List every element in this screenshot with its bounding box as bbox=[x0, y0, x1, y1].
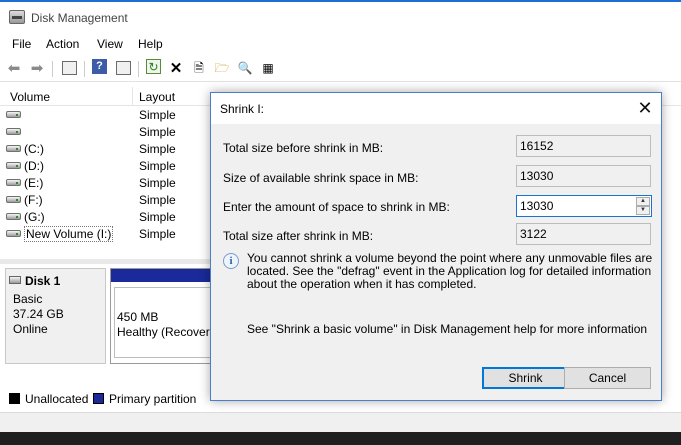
total-after-label: Total size after shrink in MB: bbox=[223, 229, 374, 243]
toolbar-separator bbox=[138, 61, 139, 77]
menu-view[interactable]: View bbox=[97, 37, 123, 51]
column-divider[interactable] bbox=[132, 87, 133, 106]
total-before-label: Total size before shrink in MB: bbox=[223, 141, 384, 155]
console-tree-icon[interactable] bbox=[60, 59, 78, 77]
volume-icon bbox=[6, 196, 21, 203]
unallocated-swatch bbox=[9, 393, 20, 404]
volume-row[interactable]: Simple bbox=[0, 106, 215, 123]
shrink-amount-input[interactable] bbox=[517, 196, 635, 216]
spin-down-icon[interactable]: ▼ bbox=[636, 206, 650, 215]
close-icon[interactable]: ✕ bbox=[629, 93, 661, 124]
taskbar bbox=[0, 432, 681, 445]
shrink-amount-label: Enter the amount of space to shrink in M… bbox=[223, 200, 450, 214]
column-header-volume[interactable]: Volume bbox=[10, 90, 50, 104]
refresh-icon[interactable]: ↻ bbox=[146, 59, 161, 74]
menu-file[interactable]: File bbox=[12, 37, 31, 51]
info-message: You cannot shrink a volume beyond the po… bbox=[247, 251, 653, 291]
partition-status: Healthy (Recovery bbox=[117, 325, 216, 339]
disk-label[interactable]: Disk 1 Basic 37.24 GB Online bbox=[5, 268, 106, 364]
volume-name: (F:) bbox=[24, 193, 43, 207]
disk-name: Disk 1 bbox=[25, 274, 61, 288]
volume-name: (D:) bbox=[24, 159, 44, 173]
rescan-icon[interactable]: ▦ bbox=[259, 59, 277, 77]
volume-layout: Simple bbox=[139, 108, 176, 122]
legend-unallocated: Unallocated bbox=[25, 392, 89, 406]
dialog-title: Shrink I: bbox=[220, 102, 265, 116]
total-before-value: 16152 bbox=[516, 135, 651, 157]
available-space-label: Size of available shrink space in MB: bbox=[223, 171, 419, 185]
spin-buttons: ▲ ▼ bbox=[636, 197, 650, 215]
shrink-button[interactable]: Shrink bbox=[482, 367, 569, 389]
volume-layout: Simple bbox=[139, 193, 176, 207]
volume-layout: Simple bbox=[139, 159, 176, 173]
status-bar bbox=[0, 412, 681, 432]
volume-row[interactable]: (E:) Simple bbox=[0, 174, 215, 191]
cancel-button[interactable]: Cancel bbox=[564, 367, 651, 389]
disk-status: Online bbox=[13, 322, 48, 336]
total-after-value: 3122 bbox=[516, 223, 651, 245]
primary-partition-swatch bbox=[93, 393, 104, 404]
volume-icon bbox=[6, 213, 21, 220]
open-icon[interactable]: 🗁 bbox=[213, 59, 231, 77]
explore-icon[interactable]: 🔍 bbox=[236, 59, 254, 77]
help-message: See "Shrink a basic volume" in Disk Mana… bbox=[247, 322, 648, 336]
legend-primary-partition: Primary partition bbox=[109, 392, 197, 406]
toolbar: ⬅ ➡ ? ↻ ✕ 🗎 🗁 🔍 ▦ bbox=[0, 55, 681, 82]
delete-icon[interactable]: ✕ bbox=[167, 59, 185, 77]
column-header-layout[interactable]: Layout bbox=[139, 90, 175, 104]
available-space-value: 13030 bbox=[516, 165, 651, 187]
volume-row[interactable]: (D:) Simple bbox=[0, 157, 215, 174]
volume-icon bbox=[6, 111, 21, 118]
volume-name: (G:) bbox=[24, 210, 45, 224]
volume-icon bbox=[6, 145, 21, 152]
volume-row[interactable]: Simple bbox=[0, 123, 215, 140]
volume-layout: Simple bbox=[139, 210, 176, 224]
title-bar: Disk Management bbox=[0, 0, 681, 33]
toolbar-separator bbox=[52, 61, 53, 77]
volume-icon bbox=[6, 179, 21, 186]
partition-size: 450 MB bbox=[117, 310, 159, 324]
volume-icon bbox=[6, 162, 21, 169]
primary-partition-bar bbox=[111, 269, 214, 282]
spin-up-icon[interactable]: ▲ bbox=[636, 197, 650, 206]
back-arrow-icon[interactable]: ⬅ bbox=[5, 59, 23, 77]
disk-size: 37.24 GB bbox=[13, 307, 64, 321]
legend: Unallocated Primary partition bbox=[0, 388, 215, 410]
menu-action[interactable]: Action bbox=[46, 37, 79, 51]
volume-row[interactable]: (F:) Simple bbox=[0, 191, 215, 208]
partition-block[interactable]: 450 MB Healthy (Recovery bbox=[110, 268, 217, 364]
info-icon: i bbox=[223, 253, 239, 269]
volume-layout: Simple bbox=[139, 176, 176, 190]
volume-layout: Simple bbox=[139, 125, 176, 139]
volume-layout: Simple bbox=[139, 227, 176, 241]
volume-row[interactable]: (G:) Simple bbox=[0, 208, 215, 225]
volume-name: (C:) bbox=[24, 142, 44, 156]
help-icon[interactable]: ? bbox=[92, 59, 107, 74]
volume-row-selected[interactable]: New Volume (I:) Simple bbox=[0, 225, 215, 242]
volume-icon bbox=[6, 230, 21, 237]
menu-help[interactable]: Help bbox=[138, 37, 163, 51]
show-hide-icon[interactable] bbox=[114, 59, 132, 77]
volume-layout: Simple bbox=[139, 142, 176, 156]
disk-type: Basic bbox=[13, 292, 43, 306]
volume-row[interactable]: (C:) Simple bbox=[0, 140, 215, 157]
toolbar-separator bbox=[84, 61, 85, 77]
properties-icon[interactable]: 🗎 bbox=[190, 59, 208, 77]
shrink-amount-stepper[interactable]: ▲ ▼ bbox=[516, 195, 652, 217]
forward-arrow-icon[interactable]: ➡ bbox=[28, 59, 46, 77]
dialog-title-bar: Shrink I: ✕ bbox=[211, 93, 661, 124]
shrink-dialog: Shrink I: ✕ Total size before shrink in … bbox=[210, 92, 662, 401]
menu-bar: File Action View Help bbox=[0, 33, 681, 55]
disk-management-icon bbox=[9, 10, 25, 24]
volume-name: New Volume (I:) bbox=[24, 226, 114, 242]
disk-icon bbox=[9, 276, 21, 284]
window-title: Disk Management bbox=[31, 11, 128, 25]
volume-icon bbox=[6, 128, 21, 135]
volume-name: (E:) bbox=[24, 176, 44, 190]
